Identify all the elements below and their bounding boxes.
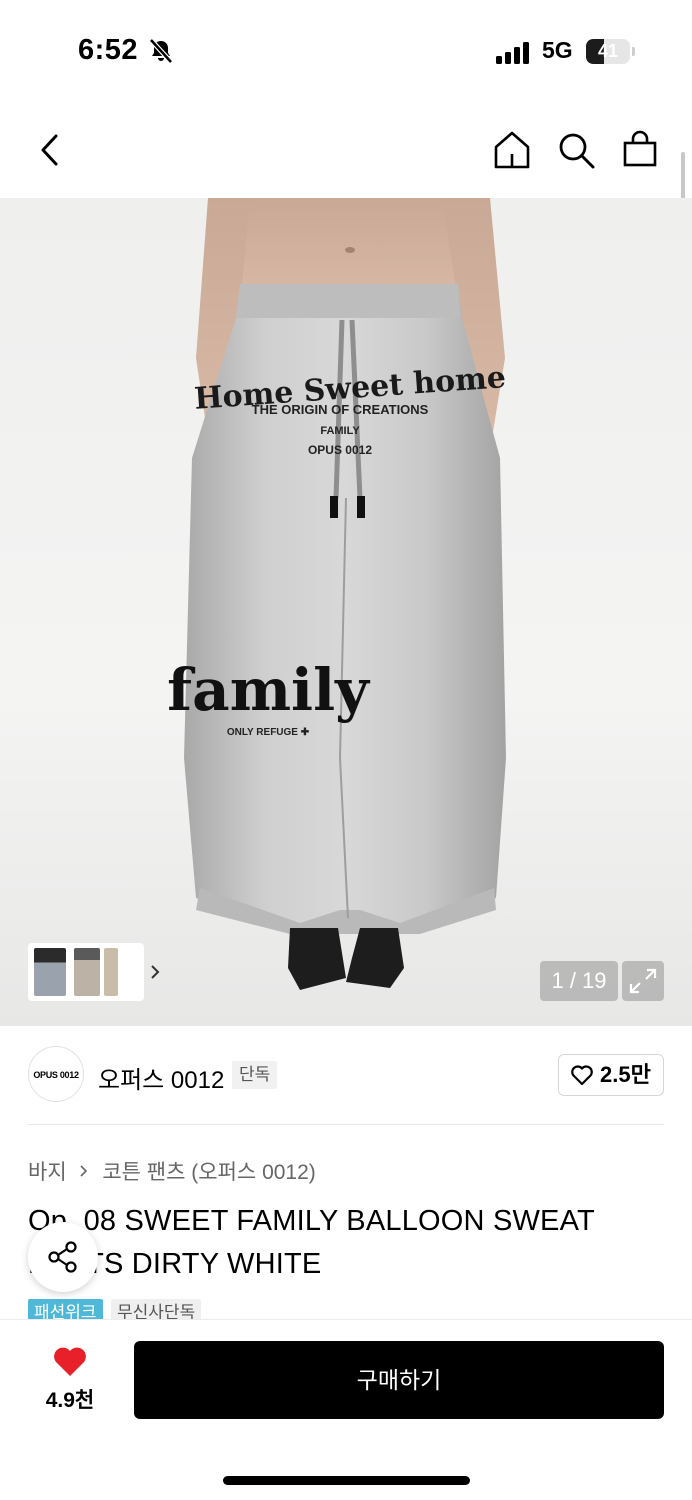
print-line-3: FAMILY [320,425,360,437]
battery-icon: 41 [586,39,630,64]
expand-icon [629,968,657,994]
heart-outline-icon [571,1065,593,1086]
thumbnail-1[interactable] [34,948,66,996]
thumbnail-2[interactable] [74,948,100,996]
search-icon[interactable] [556,130,596,170]
section-divider [28,1124,664,1125]
share-button[interactable] [28,1222,98,1292]
chevron-right-icon[interactable] [149,963,161,981]
product-tags: 패션위크 무신사단독 [28,1299,205,1319]
product-image-gallery[interactable]: Home Sweet home THE ORIGIN OF CREATIONS … [0,198,692,1026]
wish-count: 4.9천 [45,1389,95,1412]
exclusive-badge: 단독 [232,1061,278,1089]
breadcrumb-subcategory[interactable]: 코튼 팬츠 (오퍼스 0012) [102,1156,315,1186]
thumbnail-strip[interactable] [28,943,160,1001]
home-icon[interactable] [492,130,532,170]
image-counter: 1 / 19 [540,961,618,1001]
brand-logo[interactable]: OPUS 0012 [28,1046,84,1102]
brand-like-button[interactable]: 2.5만 [558,1054,664,1096]
bell-slash-icon [149,38,173,64]
battery-percentage: 41 [597,41,619,61]
heart-filled-icon[interactable] [52,1346,88,1378]
product-photo: Home Sweet home THE ORIGIN OF CREATIONS … [167,198,507,990]
expand-button[interactable] [622,961,664,1001]
print-leg-text: family [167,656,371,724]
shopping-bag-icon[interactable] [620,130,660,170]
brand-name[interactable]: 오퍼스 0012 [98,1060,224,1095]
tag-fashion-week[interactable]: 패션위크 [28,1299,103,1319]
status-time: 6:52 [78,34,139,66]
network-type: 5G [542,37,573,63]
brand-like-count: 2.5만 [600,1062,651,1087]
status-bar: 6:52 5G 41 [0,0,692,100]
thumbnail-3[interactable] [104,948,118,996]
chevron-right-icon [80,1165,88,1177]
buy-button[interactable]: 구매하기 [134,1341,664,1419]
share-icon [48,1241,77,1273]
print-leg-sub: ONLY REFUGE ✚ [227,727,310,738]
tag-musinsa-exclusive[interactable]: 무신사단독 [111,1299,202,1319]
breadcrumb-category[interactable]: 바지 [28,1156,67,1186]
top-navigation [0,110,692,190]
print-line-4: OPUS 0012 [308,443,372,457]
signal-icon [496,42,529,64]
product-title: Op. 08 SWEET FAMILY BALLOON SWEAT PANTS … [28,1205,595,1280]
battery-tip [632,47,635,56]
back-chevron-icon[interactable] [36,132,64,168]
breadcrumb: 바지 코튼 팬츠 (오퍼스 0012) [28,1156,316,1186]
home-indicator[interactable] [223,1476,470,1485]
print-line-2: THE ORIGIN OF CREATIONS [252,402,429,417]
